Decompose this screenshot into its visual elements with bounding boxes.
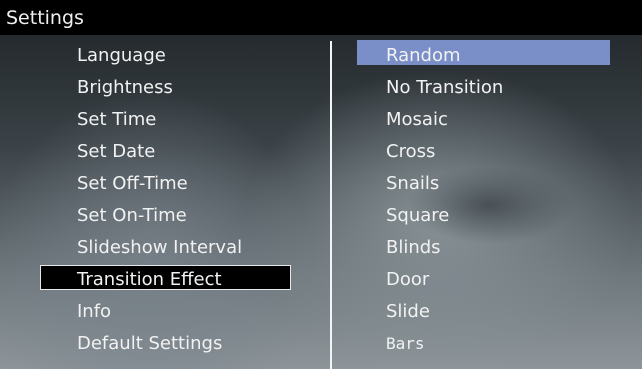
option-no-transition[interactable]: No Transition: [334, 71, 642, 103]
menu-item-language[interactable]: Language: [0, 39, 330, 71]
option-label: Cross: [386, 140, 436, 162]
menu-item-set-off-time[interactable]: Set Off-Time: [0, 167, 330, 199]
menu-item-label: Set On-Time: [77, 204, 187, 226]
settings-menu: Language Brightness Set Time Set Date Se…: [0, 39, 330, 359]
option-label: Square: [386, 204, 450, 226]
column-divider: [330, 41, 332, 369]
menu-item-label: Set Time: [77, 108, 157, 130]
option-mosaic[interactable]: Mosaic: [334, 103, 642, 135]
menu-item-transition-effect[interactable]: Transition Effect: [0, 263, 330, 295]
option-label: Bars: [386, 333, 425, 353]
menu-item-set-time[interactable]: Set Time: [0, 103, 330, 135]
option-blinds[interactable]: Blinds: [334, 231, 642, 263]
menu-item-set-on-time[interactable]: Set On-Time: [0, 199, 330, 231]
option-label: Random: [386, 44, 461, 66]
menu-item-label: Slideshow Interval: [77, 236, 243, 258]
option-label: No Transition: [386, 76, 504, 98]
page-title: Settings: [6, 6, 84, 29]
title-bar: Settings: [0, 0, 642, 35]
option-label: Door: [386, 268, 430, 290]
menu-item-set-date[interactable]: Set Date: [0, 135, 330, 167]
menu-item-label: Set Date: [77, 140, 156, 162]
menu-item-info[interactable]: Info: [0, 295, 330, 327]
option-cross[interactable]: Cross: [334, 135, 642, 167]
menu-item-slideshow-interval[interactable]: Slideshow Interval: [0, 231, 330, 263]
option-snails[interactable]: Snails: [334, 167, 642, 199]
menu-item-label: Brightness: [77, 76, 173, 98]
option-random[interactable]: Random: [334, 39, 642, 71]
menu-item-label: Language: [77, 44, 166, 66]
option-square[interactable]: Square: [334, 199, 642, 231]
option-slide[interactable]: Slide: [334, 295, 642, 327]
menu-item-default-settings[interactable]: Default Settings: [0, 327, 330, 359]
transition-options-list: Random No Transition Mosaic Cross Snails…: [334, 39, 642, 359]
option-label: Slide: [386, 300, 430, 322]
option-label: Blinds: [386, 236, 441, 258]
option-bars[interactable]: Bars: [334, 327, 642, 359]
menu-item-label: Default Settings: [77, 332, 223, 354]
option-door[interactable]: Door: [334, 263, 642, 295]
option-label: Mosaic: [386, 108, 448, 130]
menu-item-label: Info: [77, 300, 112, 322]
menu-item-label: Transition Effect: [77, 268, 222, 290]
option-label: Snails: [386, 172, 440, 194]
menu-item-label: Set Off-Time: [77, 172, 188, 194]
menu-item-brightness[interactable]: Brightness: [0, 71, 330, 103]
settings-screen: Settings Language Brightness Set Time Se…: [0, 0, 642, 369]
